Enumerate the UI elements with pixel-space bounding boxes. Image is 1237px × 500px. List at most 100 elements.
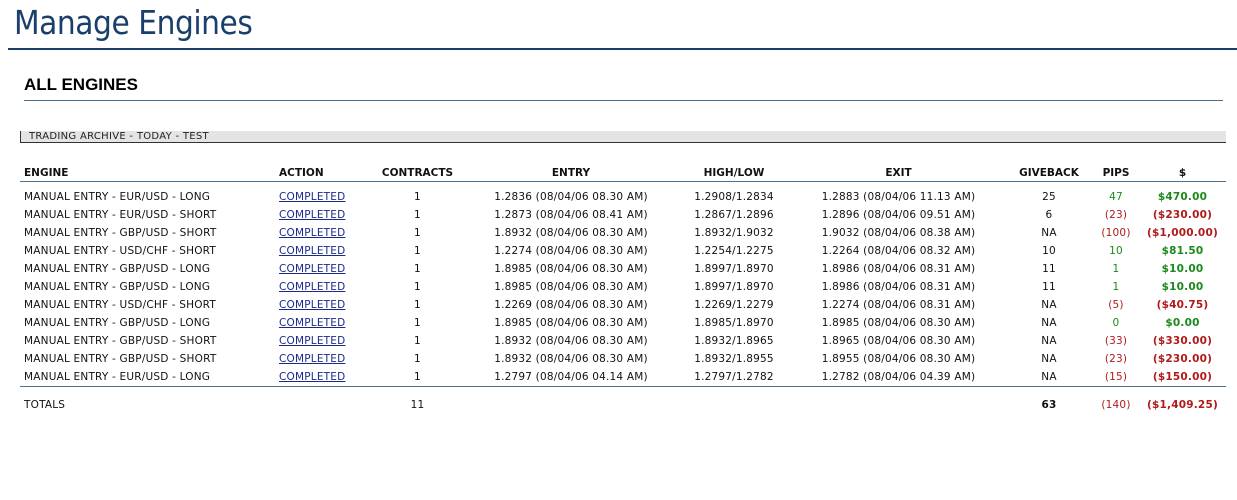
completed-link[interactable]: COMPLETED xyxy=(279,353,345,365)
engine-name: MANUAL ENTRY - GBP/USD - SHORT xyxy=(24,353,217,365)
highlow-value: 1.8997/1.8970 xyxy=(694,281,774,293)
dollars-value: ($150.00) xyxy=(1139,368,1226,387)
totals-label: TOTALS xyxy=(24,399,66,411)
col-header-exit: EXIT xyxy=(792,165,1005,182)
table-row: MANUAL ENTRY - EUR/USD - LONG COMPLETED … xyxy=(20,368,1226,387)
contracts-value: 1 xyxy=(414,335,421,347)
contracts-value: 1 xyxy=(414,299,421,311)
pips-value: 0 xyxy=(1112,317,1120,329)
table-body: MANUAL ENTRY - EUR/USD - LONG COMPLETED … xyxy=(20,188,1226,387)
dollars-value: $81.50 xyxy=(1161,245,1204,257)
dollars-value: $470.00 xyxy=(1157,191,1208,203)
col-header-dollars: $ xyxy=(1139,165,1226,182)
highlow-value: 1.8932/1.8965 xyxy=(694,335,774,347)
exit-value: 1.8965 (08/04/06 08.30 AM) xyxy=(821,335,976,347)
table-row: MANUAL ENTRY - GBP/USD - LONG COMPLETED … xyxy=(20,260,1226,278)
pips-value: 1 xyxy=(1112,263,1120,275)
dollars-value: $10.00 xyxy=(1161,281,1204,293)
col-header-giveback: GIVEBACK xyxy=(1005,165,1093,182)
entry-value: 1.8932 (08/04/06 08.30 AM) xyxy=(494,335,648,347)
completed-link[interactable]: COMPLETED xyxy=(279,263,345,275)
dollars-value: ($230.00) xyxy=(1152,353,1213,365)
pips-value: (5) xyxy=(1108,299,1124,311)
pips-value: (33) xyxy=(1104,335,1128,347)
giveback-value: 6 xyxy=(1045,209,1053,221)
pips-value: (23) xyxy=(1104,209,1128,221)
dollars-value: ($330.00) xyxy=(1152,335,1213,347)
entry-value: 1.2797 (08/04/06 04.14 AM) xyxy=(466,368,676,387)
contracts-value: 1 xyxy=(414,353,421,365)
exit-value: 1.8986 (08/04/06 08.31 AM) xyxy=(821,263,976,275)
exit-value: 1.8955 (08/04/06 08.30 AM) xyxy=(821,353,976,365)
table-header-row: ENGINE ACTION CONTRACTS ENTRY HIGH/LOW E… xyxy=(20,165,1226,182)
pips-value: 10 xyxy=(1109,245,1123,257)
engines-table: ENGINE ACTION CONTRACTS ENTRY HIGH/LOW E… xyxy=(20,165,1226,419)
entry-value: 1.2269 (08/04/06 08.30 AM) xyxy=(494,299,648,311)
col-header-action: ACTION xyxy=(279,165,369,182)
highlow-value: 1.8985/1.8970 xyxy=(694,317,774,329)
engine-name: MANUAL ENTRY - GBP/USD - SHORT xyxy=(24,227,217,239)
giveback-value: NA xyxy=(1005,368,1093,387)
engine-name: MANUAL ENTRY - GBP/USD - LONG xyxy=(24,263,211,275)
col-header-contracts: CONTRACTS xyxy=(369,165,466,182)
completed-link[interactable]: COMPLETED xyxy=(279,371,345,383)
col-header-pips: PIPS xyxy=(1093,165,1139,182)
engine-name: MANUAL ENTRY - GBP/USD - SHORT xyxy=(24,335,217,347)
highlow-value: 1.8932/1.9032 xyxy=(694,227,774,239)
completed-link[interactable]: COMPLETED xyxy=(279,191,345,203)
contracts-value: 1 xyxy=(414,281,421,293)
dollars-value: ($1,000.00) xyxy=(1147,227,1218,239)
table-row: MANUAL ENTRY - USD/CHF - SHORT COMPLETED… xyxy=(20,296,1226,314)
highlow-value: 1.2867/1.2896 xyxy=(694,209,774,221)
pips-value: (15) xyxy=(1093,368,1139,387)
engine-name: MANUAL ENTRY - USD/CHF - SHORT xyxy=(24,245,217,257)
table-row: MANUAL ENTRY - GBP/USD - LONG COMPLETED … xyxy=(20,278,1226,296)
highlow-value: 1.2908/1.2834 xyxy=(694,191,774,203)
exit-value: 1.9032 (08/04/06 08.38 AM) xyxy=(821,227,976,239)
section-title: ALL ENGINES xyxy=(24,75,138,94)
engine-name: MANUAL ENTRY - EUR/USD - SHORT xyxy=(24,209,217,221)
giveback-value: 25 xyxy=(1042,191,1056,203)
entry-value: 1.8985 (08/04/06 08.30 AM) xyxy=(494,317,648,329)
dollars-value: $10.00 xyxy=(1161,263,1204,275)
pips-value: 1 xyxy=(1112,281,1120,293)
pips-value: (100) xyxy=(1101,227,1131,239)
pips-value: 47 xyxy=(1109,191,1123,203)
pips-value: (23) xyxy=(1104,353,1128,365)
completed-link[interactable]: COMPLETED xyxy=(279,227,345,239)
exit-value: 1.8985 (08/04/06 08.30 AM) xyxy=(821,317,976,329)
completed-link[interactable]: COMPLETED xyxy=(279,317,345,329)
dollars-value: ($40.75) xyxy=(1156,299,1209,311)
entry-value: 1.2274 (08/04/06 08.30 AM) xyxy=(494,245,648,257)
contracts-value: 1 xyxy=(414,317,421,329)
col-header-highlow: HIGH/LOW xyxy=(676,165,792,182)
completed-link[interactable]: COMPLETED xyxy=(279,245,345,257)
totals-giveback: 63 xyxy=(1041,399,1057,411)
totals-dollars: ($1,409.25) xyxy=(1147,399,1218,411)
completed-link[interactable]: COMPLETED xyxy=(279,299,345,311)
completed-link[interactable]: COMPLETED xyxy=(279,335,345,347)
table-row: MANUAL ENTRY - USD/CHF - SHORT COMPLETED… xyxy=(20,242,1226,260)
totals-row: TOTALS 11 63 (140) ($1,409.25) xyxy=(20,387,1226,420)
completed-link[interactable]: COMPLETED xyxy=(279,209,345,221)
totals-pips: (140) xyxy=(1101,399,1131,411)
table-row: MANUAL ENTRY - EUR/USD - SHORT COMPLETED… xyxy=(20,206,1226,224)
engine-name: MANUAL ENTRY - GBP/USD - LONG xyxy=(24,281,211,293)
table-row: MANUAL ENTRY - GBP/USD - SHORT COMPLETED… xyxy=(20,350,1226,368)
giveback-value: 10 xyxy=(1042,245,1056,257)
contracts-value: 1 xyxy=(414,191,421,203)
title-divider xyxy=(8,48,1237,50)
giveback-value: NA xyxy=(1041,317,1057,329)
completed-link[interactable]: COMPLETED xyxy=(279,281,345,293)
table-row: MANUAL ENTRY - GBP/USD - LONG COMPLETED … xyxy=(20,314,1226,332)
entry-value: 1.2873 (08/04/06 08.41 AM) xyxy=(494,209,648,221)
totals-contracts: 11 xyxy=(410,399,425,411)
table-row: MANUAL ENTRY - GBP/USD - SHORT COMPLETED… xyxy=(20,332,1226,350)
contracts-value: 1 xyxy=(414,227,421,239)
entry-value: 1.8985 (08/04/06 08.30 AM) xyxy=(494,281,648,293)
section-divider xyxy=(24,100,1223,101)
contracts-value: 1 xyxy=(414,245,421,257)
archive-bar: TRADING ARCHIVE - TODAY - TEST xyxy=(20,131,1226,143)
exit-value: 1.2782 (08/04/06 04.39 AM) xyxy=(792,368,1005,387)
entry-value: 1.8932 (08/04/06 08.30 AM) xyxy=(494,227,648,239)
